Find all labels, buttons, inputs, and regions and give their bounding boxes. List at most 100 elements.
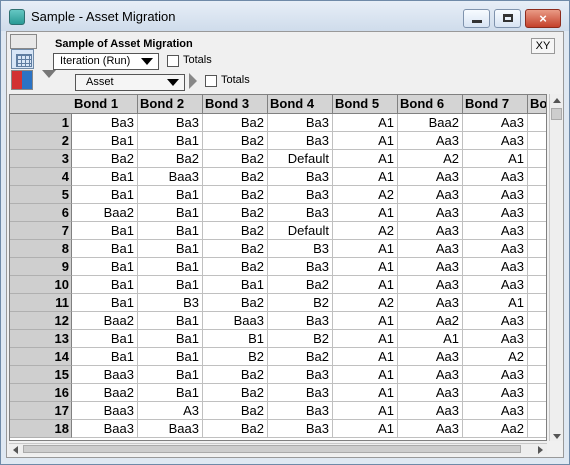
scroll-left-icon[interactable]	[13, 446, 18, 454]
table-cell[interactable]	[528, 132, 546, 150]
table-cell[interactable]: Aa3	[398, 420, 463, 438]
table-cell[interactable]: Aa2	[398, 312, 463, 330]
table-cell[interactable]: Aa3	[398, 384, 463, 402]
column-header[interactable]: Bond 6	[398, 95, 463, 113]
row-number[interactable]: 5	[10, 186, 72, 204]
table-cell[interactable]	[528, 186, 546, 204]
table-cell[interactable]: Baa2	[72, 204, 138, 222]
table-cell[interactable]: Aa3	[463, 168, 528, 186]
row-number[interactable]: 11	[10, 294, 72, 312]
scroll-up-icon[interactable]	[553, 98, 561, 103]
row-number[interactable]: 4	[10, 168, 72, 186]
row-number[interactable]: 6	[10, 204, 72, 222]
table-cell[interactable]: Aa3	[463, 186, 528, 204]
table-cell[interactable]: Aa3	[398, 132, 463, 150]
row-number[interactable]: 2	[10, 132, 72, 150]
table-cell[interactable]	[528, 204, 546, 222]
table-cell[interactable]: Aa3	[398, 276, 463, 294]
table-cell[interactable]: Ba1	[138, 186, 203, 204]
table-cell[interactable]: A1	[333, 348, 398, 366]
table-cell[interactable]: B2	[203, 348, 268, 366]
table-cell[interactable]: Ba2	[203, 420, 268, 438]
table-cell[interactable]: Aa3	[398, 294, 463, 312]
table-cell[interactable]: Ba1	[138, 348, 203, 366]
column-header[interactable]: Bond 7	[463, 95, 528, 113]
row-number[interactable]: 14	[10, 348, 72, 366]
toolbar-menu-icon[interactable]	[10, 34, 37, 49]
table-cell[interactable]: Baa3	[138, 168, 203, 186]
table-cell[interactable]: Aa3	[463, 384, 528, 402]
row-number[interactable]: 3	[10, 150, 72, 168]
table-cell[interactable]: Aa3	[463, 240, 528, 258]
table-cell[interactable]: Ba2	[203, 204, 268, 222]
color-palette-icon[interactable]	[11, 70, 33, 90]
row-number[interactable]: 18	[10, 420, 72, 438]
table-cell[interactable]: Ba2	[203, 402, 268, 420]
row-number[interactable]: 17	[10, 402, 72, 420]
table-cell[interactable]	[528, 348, 546, 366]
table-cell[interactable]	[528, 312, 546, 330]
table-cell[interactable]: Ba1	[138, 312, 203, 330]
table-cell[interactable]: A3	[138, 402, 203, 420]
table-cell[interactable]: Ba1	[203, 276, 268, 294]
table-cell[interactable]: A1	[333, 312, 398, 330]
row-number[interactable]: 8	[10, 240, 72, 258]
table-cell[interactable]: Baa2	[72, 384, 138, 402]
table-cell[interactable]: A1	[398, 330, 463, 348]
minimize-button[interactable]	[463, 9, 490, 28]
table-cell[interactable]	[528, 330, 546, 348]
table-cell[interactable]: A1	[333, 258, 398, 276]
column-header[interactable]: Bond 1	[72, 95, 138, 113]
table-cell[interactable]: Ba3	[268, 366, 333, 384]
table-cell[interactable]: Ba2	[203, 294, 268, 312]
table-cell[interactable]: A1	[333, 330, 398, 348]
column-header[interactable]: Bond 5	[333, 95, 398, 113]
table-cell[interactable]: Aa3	[463, 114, 528, 132]
table-cell[interactable]: Aa3	[398, 168, 463, 186]
table-cell[interactable]: Ba1	[72, 168, 138, 186]
table-cell[interactable]: A2	[398, 150, 463, 168]
table-cell[interactable]: Ba1	[138, 132, 203, 150]
table-cell[interactable]: Aa3	[463, 222, 528, 240]
column-header[interactable]: Bond 2	[138, 95, 203, 113]
table-cell[interactable]: Baa3	[72, 366, 138, 384]
table-cell[interactable]: Baa2	[398, 114, 463, 132]
table-cell[interactable]: Aa3	[463, 330, 528, 348]
vertical-scrollbar[interactable]	[549, 94, 563, 441]
table-cell[interactable]: Baa3	[138, 420, 203, 438]
table-cell[interactable]: Ba3	[268, 420, 333, 438]
scroll-down-icon[interactable]	[553, 434, 561, 439]
table-cell[interactable]: Aa3	[463, 276, 528, 294]
table-cell[interactable]: Ba2	[138, 150, 203, 168]
table-cell[interactable]: Ba1	[138, 276, 203, 294]
table-cell[interactable]: Ba3	[268, 384, 333, 402]
table-cell[interactable]: B2	[268, 294, 333, 312]
table-cell[interactable]: Default	[268, 150, 333, 168]
table-cell[interactable]: Ba3	[268, 132, 333, 150]
table-cell[interactable]: B2	[268, 330, 333, 348]
expand-arrow-icon[interactable]	[42, 70, 56, 80]
table-cell[interactable]: Ba2	[203, 222, 268, 240]
table-cell[interactable]: Ba3	[268, 402, 333, 420]
table-cell[interactable]: Ba2	[203, 168, 268, 186]
table-cell[interactable]: Ba3	[268, 114, 333, 132]
table-cell[interactable]: Ba1	[138, 384, 203, 402]
row-number[interactable]: 1	[10, 114, 72, 132]
table-cell[interactable]: Ba2	[203, 258, 268, 276]
table-cell[interactable]: Ba3	[268, 258, 333, 276]
table-cell[interactable]: Ba3	[268, 168, 333, 186]
table-cell[interactable]	[528, 276, 546, 294]
table-cell[interactable]: Baa3	[72, 420, 138, 438]
grid-view-icon[interactable]	[11, 49, 34, 69]
title-bar[interactable]: Sample - Asset Migration ×	[1, 1, 569, 31]
table-cell[interactable]: Aa3	[463, 402, 528, 420]
table-cell[interactable]: Ba1	[72, 222, 138, 240]
table-cell[interactable]: Ba3	[138, 114, 203, 132]
table-cell[interactable]: A2	[333, 294, 398, 312]
table-cell[interactable]: A1	[333, 384, 398, 402]
table-cell[interactable]: Aa3	[463, 258, 528, 276]
table-cell[interactable]	[528, 294, 546, 312]
table-cell[interactable]	[528, 222, 546, 240]
asset-select[interactable]: Asset	[75, 74, 185, 91]
table-cell[interactable]	[528, 402, 546, 420]
